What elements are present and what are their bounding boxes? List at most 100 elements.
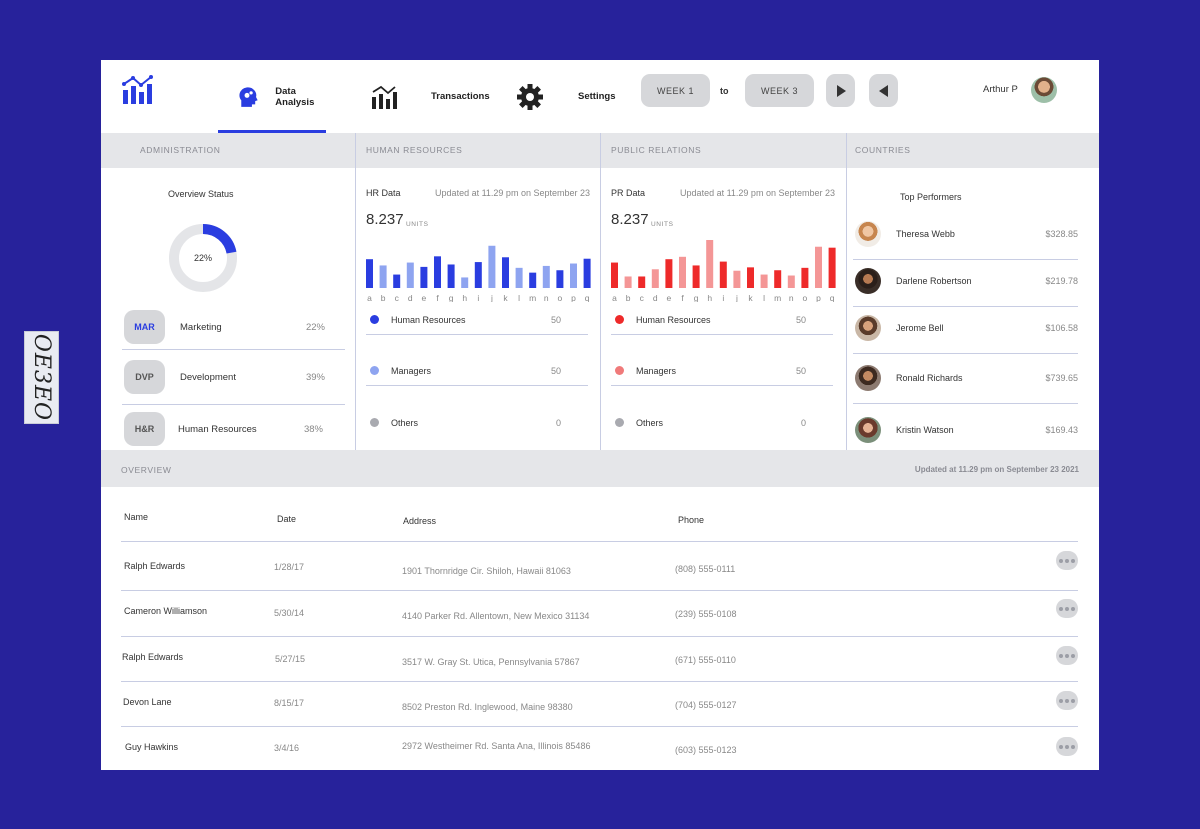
- more-options-button[interactable]: [1056, 646, 1078, 665]
- hr-bar-c[interactable]: [393, 274, 401, 288]
- prev-button[interactable]: [869, 74, 898, 107]
- pr-bar-g[interactable]: [692, 265, 700, 288]
- pr-bar-f[interactable]: [679, 256, 686, 288]
- pr-tick-label: h: [707, 293, 712, 302]
- hr-bar-p[interactable]: [570, 263, 577, 288]
- hr-bar-q[interactable]: [583, 258, 591, 288]
- cell-address: 2972 Westheimer Rd. Santa Ana, Illinois …: [402, 741, 591, 751]
- table-row[interactable]: Ralph Edwards 5/27/15 3517 W. Gray St. U…: [121, 636, 1078, 681]
- cell-address: 4140 Parker Rd. Allentown, New Mexico 31…: [402, 611, 590, 621]
- hr-bar-h[interactable]: [461, 277, 469, 288]
- hr-bar-e[interactable]: [420, 266, 428, 288]
- dot: [1071, 698, 1075, 703]
- pr-bar-h[interactable]: [706, 240, 714, 288]
- dot: [1071, 606, 1075, 611]
- admin-row-development[interactable]: DVP Development 39%: [122, 360, 345, 405]
- hr-tick-label: k: [503, 293, 508, 302]
- column-header-address[interactable]: Address: [403, 516, 436, 526]
- pr-bar-p[interactable]: [815, 246, 822, 288]
- hr-bar-l[interactable]: [515, 267, 523, 288]
- column-header-phone[interactable]: Phone: [678, 515, 704, 525]
- hr-tick-label: l: [518, 293, 520, 302]
- cell-phone: (704) 555-0127: [675, 700, 737, 710]
- hr-bar-i[interactable]: [474, 262, 482, 288]
- more-options-button[interactable]: [1056, 599, 1078, 618]
- cell-name: Guy Hawkins: [125, 742, 179, 752]
- table-row[interactable]: Cameron Williamson 5/30/14 4140 Parker R…: [121, 590, 1078, 635]
- admin-row-marketing[interactable]: MAR Marketing 22%: [122, 310, 345, 350]
- pr-tick-label: g: [694, 293, 699, 302]
- tab-data-analysis[interactable]: Data Analysis: [218, 60, 326, 134]
- performer-row[interactable]: Ronald Richards $739.65: [853, 357, 1078, 404]
- hr-tick-label: c: [395, 293, 400, 302]
- dashboard-window: Data Analysis Transactions Settings WEEK…: [101, 60, 1099, 770]
- performer-name: Theresa Webb: [896, 229, 955, 239]
- dot: [1059, 606, 1063, 611]
- hr-bar-o[interactable]: [556, 270, 564, 288]
- pr-bar-c[interactable]: [638, 276, 646, 288]
- hr-tick-label: g: [449, 293, 454, 302]
- hr-bar-a[interactable]: [366, 259, 373, 288]
- pr-bar-q[interactable]: [828, 247, 836, 288]
- hr-bar-d[interactable]: [406, 262, 414, 288]
- week-from-select[interactable]: WEEK 1: [641, 74, 710, 107]
- pr-bar-k[interactable]: [747, 267, 754, 288]
- hr-tick-label: m: [529, 293, 536, 302]
- pr-bar-l[interactable]: [760, 274, 768, 288]
- play-left-icon: [878, 84, 888, 97]
- hr-bar-g[interactable]: [447, 264, 455, 288]
- performer-row[interactable]: Theresa Webb $328.85: [853, 213, 1078, 260]
- more-options-button[interactable]: [1056, 691, 1078, 710]
- table-row[interactable]: Ralph Edwards 1/28/17 1901 Thornridge Ci…: [121, 541, 1078, 586]
- dot: [1071, 744, 1075, 749]
- tab-settings[interactable]: Settings: [516, 60, 615, 133]
- tab-settings-label: Settings: [578, 91, 616, 102]
- column-header-name[interactable]: Name: [124, 512, 148, 522]
- legend-value: 0: [556, 418, 562, 428]
- row-divider: [121, 726, 1078, 727]
- cell-address: 1901 Thornridge Cir. Shiloh, Hawaii 8106…: [402, 566, 571, 576]
- performer-row[interactable]: Jerome Bell $106.58: [853, 307, 1078, 354]
- hr-bar-m[interactable]: [529, 272, 537, 288]
- pr-tick-label: a: [612, 293, 617, 302]
- more-options-button[interactable]: [1056, 551, 1078, 570]
- week-to-select[interactable]: WEEK 3: [745, 74, 814, 107]
- performer-row[interactable]: Darlene Robertson $219.78: [853, 260, 1078, 307]
- pr-bar-chart: abcdef gh i j k lmnopq: [611, 240, 836, 302]
- legend-name: Human Resources: [391, 315, 466, 325]
- next-button[interactable]: [826, 74, 855, 107]
- hr-tick-label: o: [558, 293, 563, 302]
- hr-bar-n[interactable]: [542, 265, 550, 288]
- pr-bar-o[interactable]: [801, 267, 809, 288]
- hr-bar-f[interactable]: [434, 256, 441, 288]
- cell-date: 1/28/17: [274, 562, 305, 572]
- more-options-button[interactable]: [1056, 737, 1078, 756]
- table-row[interactable]: Devon Lane 8/15/17 8502 Preston Rd. Ingl…: [121, 681, 1078, 726]
- pr-bar-i[interactable]: [719, 261, 727, 288]
- pr-bar-b[interactable]: [624, 276, 632, 288]
- pr-bar-j[interactable]: [733, 270, 741, 288]
- pr-bar-d[interactable]: [651, 269, 659, 288]
- dot: [1071, 558, 1075, 563]
- table-row[interactable]: Guy Hawkins 3/4/16 2972 Westheimer Rd. S…: [121, 726, 1078, 770]
- dot: [1059, 744, 1063, 749]
- cell-name: Ralph Edwards: [124, 561, 186, 571]
- pr-bar-e[interactable]: [665, 259, 673, 288]
- hr-bar-k[interactable]: [502, 257, 509, 288]
- watermark-tag: OE3EO: [24, 331, 59, 424]
- admin-row-human-resources[interactable]: H&R Human Resources 38%: [122, 412, 345, 452]
- user-name[interactable]: Arthur P: [983, 84, 1018, 95]
- pr-tick-label: n: [789, 293, 794, 302]
- performer-row[interactable]: Kristin Watson $169.43: [853, 409, 1078, 449]
- column-header-date[interactable]: Date: [277, 514, 296, 524]
- legend-name: Others: [636, 418, 664, 428]
- cell-phone: (239) 555-0108: [675, 609, 737, 619]
- pr-bar-a[interactable]: [611, 262, 618, 288]
- hr-bar-b[interactable]: [379, 265, 387, 288]
- user-avatar[interactable]: [1031, 77, 1057, 103]
- tab-transactions[interactable]: Transactions: [371, 60, 490, 133]
- app-logo-icon[interactable]: [121, 74, 157, 106]
- pr-bar-n[interactable]: [787, 275, 795, 288]
- pr-bar-m[interactable]: [774, 270, 782, 288]
- hr-bar-j[interactable]: [488, 245, 496, 288]
